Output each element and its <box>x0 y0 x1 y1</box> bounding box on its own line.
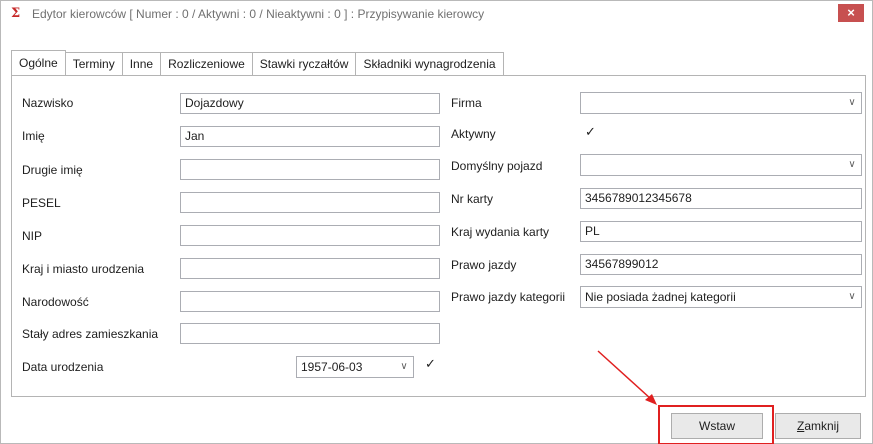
data-urodzenia-picker[interactable]: 1957-06-03 ∨ <box>296 356 414 378</box>
tab-rozliczeniowe[interactable]: Rozliczeniowe <box>161 52 253 76</box>
tab-bar: Ogólne Terminy Inne Rozliczeniowe Stawki… <box>11 50 504 76</box>
general-tab-panel: Nazwisko Dojazdowy Imię Jan Drugie imię … <box>11 75 866 397</box>
adres-input[interactable] <box>180 323 440 344</box>
tab-terminy[interactable]: Terminy <box>65 52 123 76</box>
data-urodzenia-value: 1957-06-03 <box>301 360 363 374</box>
narodowosc-label: Narodowość <box>22 295 89 309</box>
nip-input[interactable] <box>180 225 440 246</box>
firma-select[interactable]: ∨ <box>580 92 862 114</box>
data-urodzenia-checkbox[interactable]: ✓ <box>424 357 437 371</box>
app-logo-icon: Σ <box>11 6 21 21</box>
tab-skladniki-wynagrodzenia[interactable]: Składniki wynagrodzenia <box>356 52 504 76</box>
close-button-label: amknij <box>804 419 840 433</box>
imie-label: Imię <box>22 129 45 143</box>
chevron-down-icon[interactable]: ∨ <box>843 93 861 113</box>
prawo-jazdy-label: Prawo jazdy <box>451 258 517 272</box>
close-button[interactable]: Zamknij <box>775 413 861 439</box>
window-title: Edytor kierowców [ Numer : 0 / Aktywni :… <box>32 7 485 21</box>
kraj-wydania-input[interactable]: PL <box>580 221 862 242</box>
prawo-jazdy-kategorii-value: Nie posiada żadnej kategorii <box>585 290 736 304</box>
chevron-down-icon[interactable]: ∨ <box>843 287 861 307</box>
close-window-button[interactable]: × <box>838 4 864 22</box>
domyslny-pojazd-label: Domyślny pojazd <box>451 159 543 173</box>
driver-editor-window: Σ Edytor kierowców [ Numer : 0 / Aktywni… <box>0 0 873 444</box>
chevron-down-icon[interactable]: ∨ <box>395 357 413 377</box>
tab-stawki-ryczaltow[interactable]: Stawki ryczałtów <box>252 52 357 76</box>
drugie-imie-label: Drugie imię <box>22 163 83 177</box>
kraj-wydania-label: Kraj wydania karty <box>451 225 550 239</box>
firma-label: Firma <box>451 96 482 110</box>
nr-karty-label: Nr karty <box>451 192 493 206</box>
adres-label: Stały adres zamieszkania <box>22 327 159 341</box>
nazwisko-label: Nazwisko <box>22 96 74 110</box>
tab-ogolne[interactable]: Ogólne <box>11 50 66 76</box>
prawo-jazdy-kategorii-select[interactable]: Nie posiada żadnej kategorii ∨ <box>580 286 862 308</box>
narodowosc-input[interactable] <box>180 291 440 312</box>
kraj-miasto-label: Kraj i miasto urodzenia <box>22 262 145 276</box>
prawo-jazdy-input[interactable]: 34567899012 <box>580 254 862 275</box>
nazwisko-input[interactable]: Dojazdowy <box>180 93 440 114</box>
title-bar: Σ Edytor kierowców [ Numer : 0 / Aktywni… <box>1 1 872 27</box>
drugie-imie-input[interactable] <box>180 159 440 180</box>
kraj-miasto-input[interactable] <box>180 258 440 279</box>
domyslny-pojazd-select[interactable]: ∨ <box>580 154 862 176</box>
data-urodzenia-label: Data urodzenia <box>22 360 104 374</box>
aktywny-checkbox[interactable]: ✓ <box>584 125 597 139</box>
prawo-jazdy-kategorii-label: Prawo jazdy kategorii <box>451 290 566 304</box>
chevron-down-icon[interactable]: ∨ <box>843 155 861 175</box>
nip-label: NIP <box>22 229 43 243</box>
annotation-highlight-box <box>658 405 774 444</box>
pesel-input[interactable] <box>180 192 440 213</box>
pesel-label: PESEL <box>22 196 61 210</box>
nr-karty-input[interactable]: 3456789012345678 <box>580 188 862 209</box>
aktywny-label: Aktywny <box>451 127 496 141</box>
tab-inne[interactable]: Inne <box>122 52 162 76</box>
imie-input[interactable]: Jan <box>180 126 440 147</box>
